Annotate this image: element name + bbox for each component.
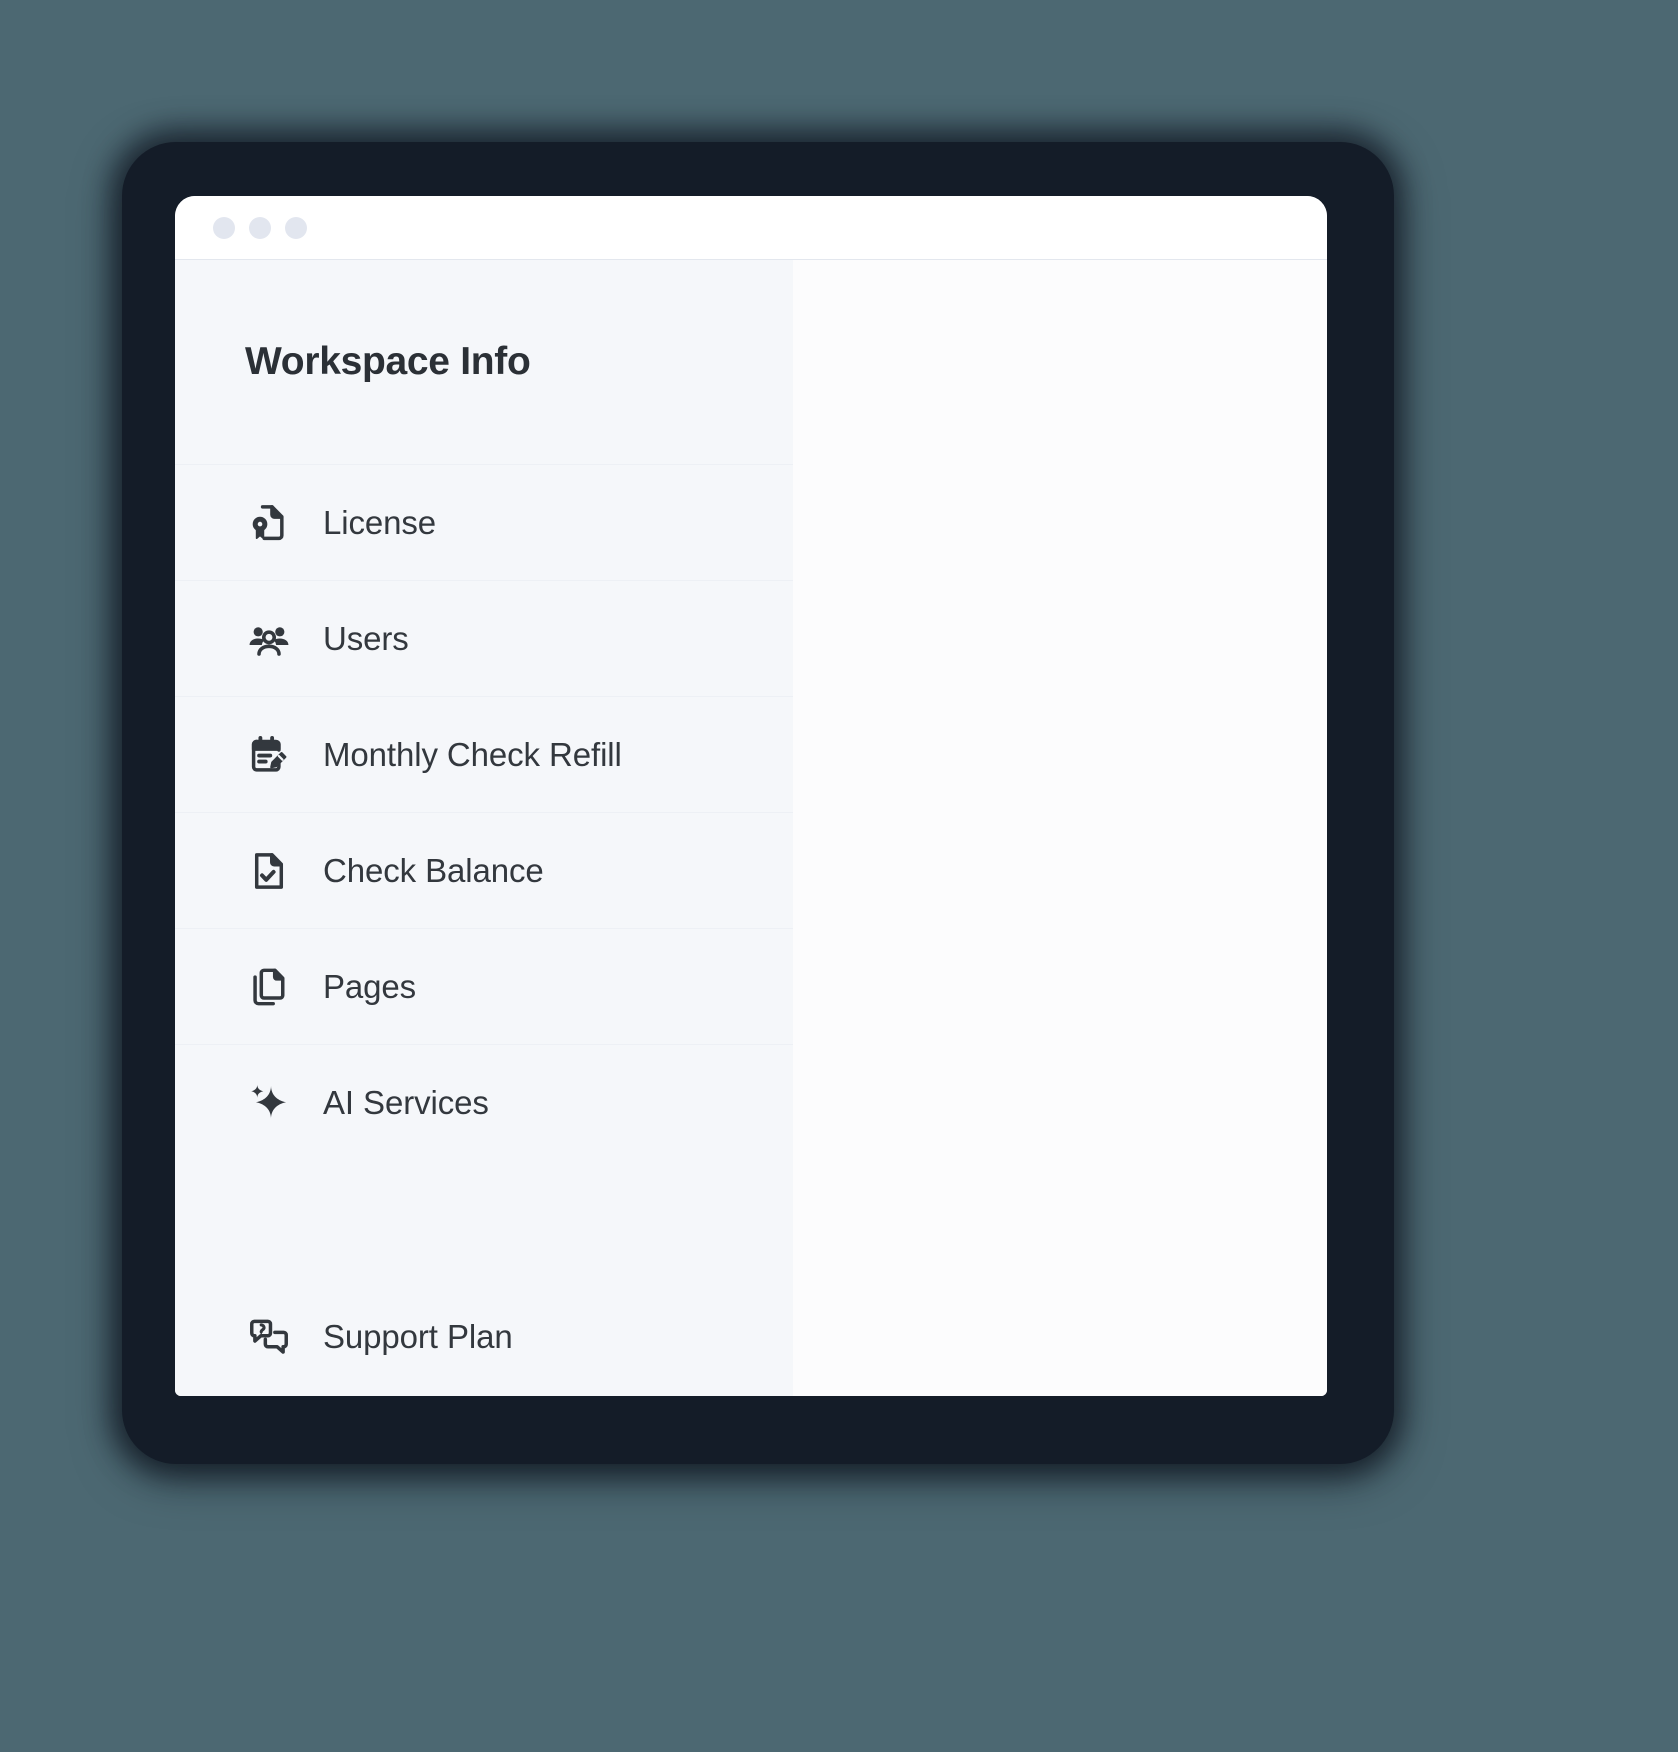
sparkle-icon bbox=[245, 1079, 293, 1127]
screenshot-stage: Workspace Info License Users Monthly Che… bbox=[0, 0, 1678, 1752]
sidebar-header: Workspace Info bbox=[175, 260, 793, 465]
certificate-document-icon bbox=[245, 499, 293, 547]
sidebar: Workspace Info License Users Monthly Che… bbox=[175, 260, 793, 1396]
sidebar-item-ai-services[interactable]: AI Services bbox=[175, 1045, 793, 1161]
sidebar-item-label: AI Services bbox=[323, 1084, 489, 1121]
users-group-icon bbox=[245, 615, 293, 663]
sidebar-item-label: Pages bbox=[323, 967, 417, 1005]
close-window-button[interactable] bbox=[213, 216, 235, 239]
page-title: Workspace Info bbox=[245, 340, 531, 383]
sidebar-item-label: Check Balance bbox=[323, 851, 544, 889]
copy-pages-icon bbox=[245, 963, 293, 1011]
sidebar-item-label: Support Plan bbox=[323, 1318, 513, 1355]
sidebar-item-label: Monthly Check Refill bbox=[323, 735, 622, 773]
sidebar-item-pages[interactable]: Pages bbox=[175, 929, 793, 1045]
window-titlebar bbox=[175, 196, 1327, 260]
sidebar-item-support-plan[interactable]: Support Plan bbox=[175, 1279, 793, 1395]
sidebar-item-label: License bbox=[323, 503, 437, 541]
document-check-icon bbox=[245, 847, 293, 895]
minimize-window-button[interactable] bbox=[249, 216, 271, 239]
traffic-lights bbox=[213, 216, 307, 239]
sidebar-item-check-balance[interactable]: Check Balance bbox=[175, 813, 793, 929]
sidebar-item-users[interactable]: Users bbox=[175, 581, 793, 697]
sidebar-item-monthly-check-refill[interactable]: Monthly Check Refill bbox=[175, 697, 793, 813]
main-content-pane bbox=[793, 260, 1327, 1396]
note-edit-icon bbox=[245, 731, 293, 779]
sidebar-nav-list: License Users Monthly Check Refill Check… bbox=[175, 465, 793, 1395]
app-window: Workspace Info License Users Monthly Che… bbox=[175, 196, 1327, 1396]
sidebar-item-license[interactable]: License bbox=[175, 465, 793, 581]
chat-question-icon bbox=[245, 1313, 293, 1361]
window-body: Workspace Info License Users Monthly Che… bbox=[175, 260, 1327, 1396]
sidebar-nav-spacer bbox=[175, 1161, 793, 1279]
maximize-window-button[interactable] bbox=[285, 216, 307, 239]
sidebar-item-label: Users bbox=[323, 619, 409, 657]
